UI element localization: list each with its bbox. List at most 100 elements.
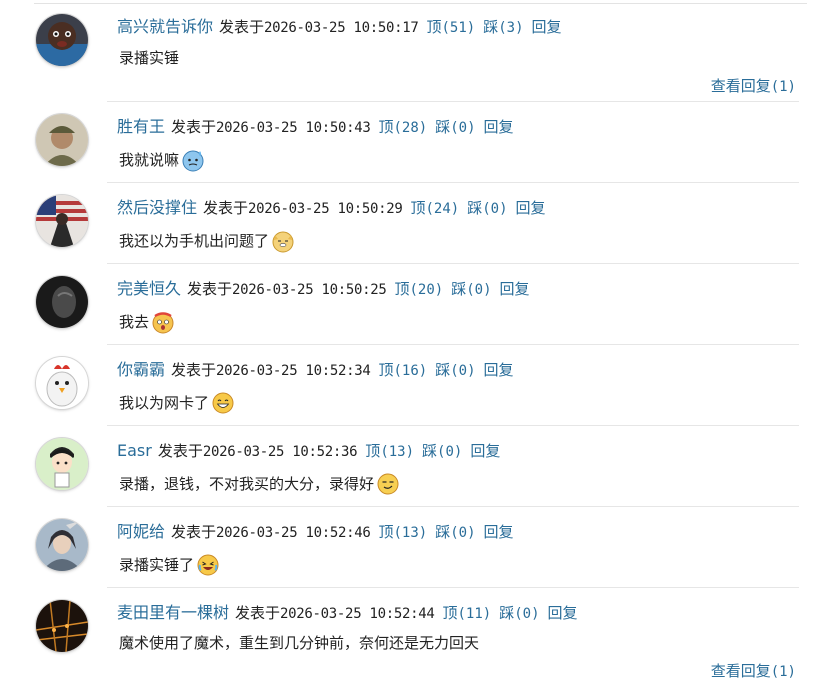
warrior-avatar-icon[interactable] [36, 519, 88, 571]
username-link[interactable]: 完美恒久 [117, 279, 181, 298]
upvote-count: (11) [457, 606, 492, 622]
comment-body: 我去 [119, 313, 150, 331]
upvote-button[interactable]: 顶(28) [378, 118, 427, 136]
flag-figure-avatar-icon[interactable] [36, 195, 88, 247]
upvote-count: (28) [393, 120, 428, 136]
username-link[interactable]: 高兴就告诉你 [117, 17, 213, 36]
upvote-button[interactable]: 顶(13) [378, 523, 427, 541]
comment-divider [107, 425, 799, 426]
upvote-label: 顶 [442, 604, 458, 622]
comment-divider [107, 344, 799, 345]
downvote-button[interactable]: 踩(3) [483, 18, 523, 36]
reply-button[interactable]: 回复 [548, 604, 578, 622]
comment-text: 我就说嘛 [119, 147, 205, 173]
upvote-count: (13) [380, 444, 415, 460]
timestamp: 2026-03-25 10:50:25 [232, 282, 387, 298]
soldier-avatar-icon[interactable] [36, 114, 88, 166]
downvote-label: 踩 [422, 442, 438, 460]
username-link[interactable]: 胜有王 [117, 117, 165, 136]
reply-button[interactable]: 回复 [516, 199, 546, 217]
shocked-emoji-icon [151, 310, 175, 334]
downvote-button[interactable]: 踩(0) [435, 361, 475, 379]
upvote-label: 顶 [394, 280, 410, 298]
comment-meta: 高兴就告诉你 发表于2026-03-25 10:50:17 顶(51) 踩(3) 回复 [117, 16, 562, 38]
comment-meta: 完美恒久 发表于2026-03-25 10:50:25 顶(20) 踩(0) 回复 [117, 278, 530, 300]
comment-body: 我还以为手机出问题了 [119, 232, 270, 250]
posted-label: 发表于 [171, 118, 217, 136]
comment-meta: 然后没撑住 发表于2026-03-25 10:50:29 顶(24) 踩(0) 回复 [117, 197, 546, 219]
night-lights-avatar-icon[interactable] [36, 600, 88, 652]
posted-label: 发表于 [157, 442, 203, 460]
downvote-label: 踩 [499, 604, 515, 622]
username-link[interactable]: 你霸霸 [117, 360, 165, 379]
upvote-label: 顶 [365, 442, 381, 460]
comment-meta: 麦田里有一棵树 发表于2026-03-25 10:52:44 顶(11) 踩(0) 回复 [117, 602, 578, 624]
smug-emoji-icon [376, 472, 400, 496]
username-link[interactable]: Easr [117, 441, 152, 460]
reply-count: (1) [770, 664, 796, 680]
dark-portrait-avatar-icon[interactable] [36, 276, 88, 328]
comment-meta: 你霸霸 发表于2026-03-25 10:52:34 顶(16) 踩(0) 回复 [117, 359, 514, 381]
posted-label: 发表于 [171, 361, 217, 379]
comment-text: 录播实锤 [119, 45, 179, 71]
reply-button[interactable]: 回复 [484, 523, 514, 541]
upvote-label: 顶 [378, 118, 394, 136]
timestamp: 2026-03-25 10:50:43 [216, 120, 371, 136]
upvote-button[interactable]: 顶(16) [378, 361, 427, 379]
username-link[interactable]: 阿妮给 [117, 522, 165, 541]
cartoon-boy-avatar-icon[interactable] [36, 438, 88, 490]
view-replies-link[interactable]: 查看回复(1) [711, 76, 796, 96]
timestamp: 2026-03-25 10:50:17 [264, 20, 419, 36]
comment-body: 录播实锤了 [119, 556, 195, 574]
top-divider [34, 3, 807, 4]
downvote-label: 踩 [435, 118, 451, 136]
posted-label: 发表于 [235, 604, 281, 622]
reply-button[interactable]: 回复 [500, 280, 530, 298]
downvote-count: (0) [450, 525, 476, 541]
posted-label: 发表于 [187, 280, 233, 298]
downvote-button[interactable]: 踩(0) [435, 523, 475, 541]
upvote-button[interactable]: 顶(24) [410, 199, 459, 217]
downvote-button[interactable]: 踩(0) [467, 199, 507, 217]
downvote-button[interactable]: 踩(0) [499, 604, 539, 622]
upvote-count: (20) [409, 282, 444, 298]
username-link[interactable]: 然后没撑住 [117, 198, 197, 217]
comment-text: 我去 [119, 309, 175, 335]
reply-button[interactable]: 回复 [532, 18, 562, 36]
timestamp: 2026-03-25 10:52:44 [280, 606, 435, 622]
username-link[interactable]: 麦田里有一棵树 [117, 603, 229, 622]
reply-button[interactable]: 回复 [484, 118, 514, 136]
downvote-count: (0) [514, 606, 540, 622]
comment-meta: 胜有王 发表于2026-03-25 10:50:43 顶(28) 踩(0) 回复 [117, 116, 514, 138]
chicken-avatar-icon[interactable] [36, 357, 88, 409]
downvote-label: 踩 [451, 280, 467, 298]
downvote-label: 踩 [467, 199, 483, 217]
view-replies-link[interactable]: 查看回复(1) [711, 661, 796, 681]
upvote-label: 顶 [378, 523, 394, 541]
upvote-button[interactable]: 顶(20) [394, 280, 443, 298]
upvote-label: 顶 [410, 199, 426, 217]
comment-divider [107, 263, 799, 264]
comment-body: 录播，退钱，不对我买的大分，录得好 [119, 475, 375, 493]
timestamp: 2026-03-25 10:52:34 [216, 363, 371, 379]
downvote-button[interactable]: 踩(0) [435, 118, 475, 136]
comment-divider [107, 101, 799, 102]
comment-divider [107, 182, 799, 183]
downvote-count: (0) [450, 363, 476, 379]
doge-emoji-icon [271, 229, 295, 253]
upvote-count: (51) [441, 20, 476, 36]
sweat-emoji-icon [181, 148, 205, 172]
upvote-button[interactable]: 顶(51) [426, 18, 475, 36]
downvote-label: 踩 [435, 523, 451, 541]
reply-button[interactable]: 回复 [484, 361, 514, 379]
upvote-button[interactable]: 顶(11) [442, 604, 491, 622]
posted-label: 发表于 [219, 18, 265, 36]
grin-emoji-icon [211, 391, 235, 415]
upvote-button[interactable]: 顶(13) [365, 442, 414, 460]
downvote-button[interactable]: 踩(0) [451, 280, 491, 298]
downvote-button[interactable]: 踩(0) [422, 442, 462, 460]
reply-button[interactable]: 回复 [470, 442, 500, 460]
upvote-label: 顶 [378, 361, 394, 379]
baby-avatar-icon[interactable] [36, 14, 88, 66]
comment-divider [107, 506, 799, 507]
